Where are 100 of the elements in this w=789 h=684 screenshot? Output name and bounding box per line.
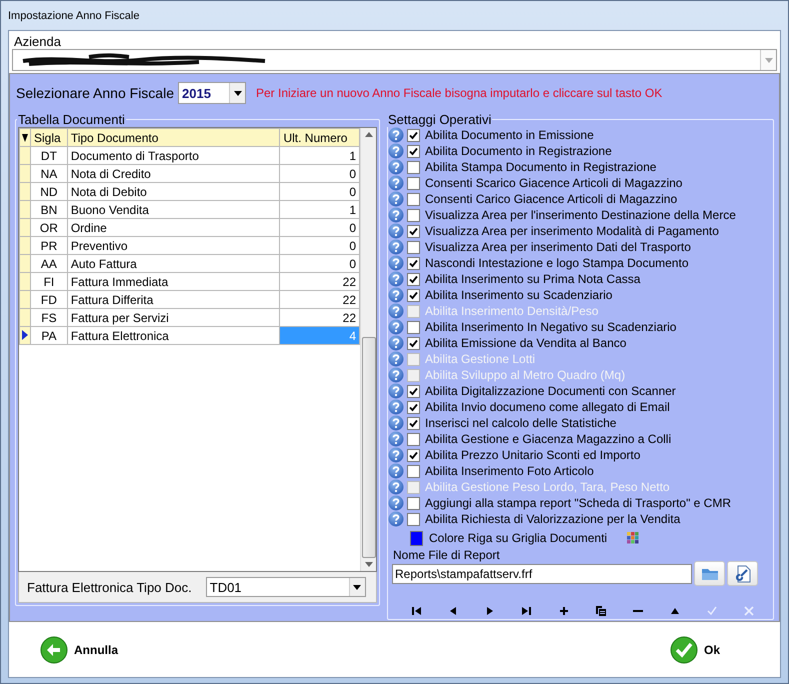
up-triangle-icon: [670, 606, 680, 616]
checkbox[interactable]: [407, 176, 420, 190]
checkbox[interactable]: [407, 496, 420, 510]
help-icon[interactable]: [388, 335, 404, 351]
help-icon[interactable]: [388, 239, 404, 255]
help-icon[interactable]: [388, 143, 404, 159]
table-cell: FS: [30, 308, 68, 326]
help-icon[interactable]: [388, 223, 404, 239]
help-icon[interactable]: [388, 447, 404, 463]
column-header[interactable]: Sigla: [30, 128, 68, 146]
checkbox[interactable]: [407, 256, 420, 270]
checkbox-label: Abilita Gestione Peso Lordo, Tara, Peso Netto: [425, 480, 670, 494]
color-label: Colore Riga su Griglia Documenti: [429, 531, 608, 545]
checkbox-label: Abilita Sviluppo al Metro Quadro (Mq): [425, 368, 626, 382]
help-icon[interactable]: [388, 319, 404, 335]
checkbox[interactable]: [407, 288, 420, 302]
cancel-button[interactable]: Annulla: [40, 636, 118, 664]
checkbox-label: Visualizza Area per l'inserimento Destinazione della Merce: [425, 208, 736, 222]
checkbox[interactable]: [407, 240, 420, 254]
help-icon[interactable]: [388, 495, 404, 511]
checkbox-label: Abilita Invio documeno come allegato di Email: [425, 400, 670, 414]
help-icon[interactable]: [388, 479, 404, 495]
checkbox-label: Nascondi Intestazione e logo Stampa Documento: [425, 256, 688, 270]
checkbox[interactable]: [407, 416, 420, 430]
first-record-icon: [411, 606, 421, 616]
group-title: Tabella Documenti: [17, 112, 126, 127]
ok-button[interactable]: Ok: [670, 636, 720, 664]
help-icon[interactable]: [388, 399, 404, 415]
color-swatch[interactable]: [410, 530, 423, 546]
checkbox-label: Abilita Richiesta di Valorizzazione per la Vendita: [425, 512, 680, 526]
checkbox[interactable]: [407, 320, 420, 334]
help-icon[interactable]: [388, 303, 404, 319]
checkbox-label: Abilita Inserimento su Prima Nota Cassa: [425, 272, 640, 286]
vertical-scrollbar[interactable]: [360, 128, 376, 571]
checkbox[interactable]: [407, 128, 420, 142]
help-icon[interactable]: [388, 367, 404, 383]
scroll-up-arrow-icon[interactable]: [364, 132, 372, 137]
report-file-field[interactable]: Reports\stampafattserv.frf: [392, 564, 692, 584]
checkbox[interactable]: [407, 160, 420, 174]
scroll-down-arrow-icon[interactable]: [364, 562, 372, 567]
checkbox-label: Abilita Prezzo Unitario Sconti ed Importo: [425, 448, 640, 462]
help-icon[interactable]: [388, 191, 404, 207]
checkbox[interactable]: [407, 400, 420, 414]
checkbox[interactable]: [407, 384, 420, 398]
table-cell: PA: [30, 326, 68, 344]
checkbox-label: Abilita Emissione da Vendita al Banco: [425, 336, 626, 350]
help-icon[interactable]: [388, 127, 404, 143]
table-cell: FD: [30, 290, 68, 308]
checkbox[interactable]: [407, 224, 420, 238]
checkbox[interactable]: [407, 336, 420, 350]
edit-report-button[interactable]: [727, 561, 758, 586]
checkbox[interactable]: [407, 448, 420, 462]
column-header[interactable]: Tipo Documento: [67, 128, 280, 146]
table-cell: NA: [30, 164, 68, 182]
help-icon[interactable]: [388, 175, 404, 191]
checkbox[interactable]: [407, 464, 420, 478]
help-icon[interactable]: [388, 255, 404, 271]
help-icon[interactable]: [388, 271, 404, 287]
help-icon[interactable]: [388, 287, 404, 303]
group-title: Settaggi Operativi: [387, 112, 492, 127]
help-icon[interactable]: [388, 511, 404, 527]
browse-button[interactable]: [694, 561, 725, 586]
help-icon[interactable]: [388, 383, 404, 399]
checkbox[interactable]: [407, 192, 420, 206]
checkbox-label: Consenti Carico Giacence Articoli di Magazzino: [425, 192, 678, 206]
checkmark-icon: [670, 636, 698, 664]
checkbox-label: Consenti Scarico Giacence Articoli di Magazzino: [425, 176, 682, 190]
fiscal-year-dropdown[interactable]: 2015: [178, 82, 246, 104]
hint-text: Per Iniziare un nuovo Anno Fiscale bisogna imputarlo e cliccare sul tasto OK: [256, 86, 662, 100]
table-cell: OR: [30, 218, 68, 236]
table-cell: 0: [280, 164, 360, 182]
help-icon[interactable]: [388, 159, 404, 175]
checkbox-label: Abilita Stampa Documento in Registrazione: [425, 160, 656, 174]
help-icon[interactable]: [388, 463, 404, 479]
last-record-icon: [522, 606, 532, 616]
checkbox[interactable]: [407, 432, 420, 446]
table-cell: AA: [30, 254, 68, 272]
palette-icon[interactable]: [627, 532, 640, 544]
checkbox[interactable]: [407, 208, 420, 222]
help-icon[interactable]: [388, 415, 404, 431]
checkbox-label: Abilita Inserimento In Negativo su Scadenziario: [425, 320, 676, 334]
help-icon[interactable]: [388, 351, 404, 367]
checkbox[interactable]: [407, 272, 420, 286]
previous-record-icon: [448, 606, 458, 616]
column-menu-icon[interactable]: [20, 128, 30, 146]
table-cell: Fattura Differita: [67, 290, 280, 308]
help-icon[interactable]: [388, 431, 404, 447]
table-cell: 4: [280, 326, 360, 344]
checkbox[interactable]: [407, 512, 420, 526]
company-dropdown[interactable]: [12, 49, 777, 71]
checkmark-icon: [707, 606, 717, 616]
help-icon[interactable]: [388, 207, 404, 223]
table-cell: 22: [280, 290, 360, 308]
checkbox[interactable]: [407, 144, 420, 158]
column-header[interactable]: Ult. Numero: [280, 128, 360, 146]
checkbox-label: Abilita Gestione e Giacenza Magazzino a Colli: [425, 432, 672, 446]
table-cell: BN: [30, 200, 68, 218]
e-invoice-type-dropdown[interactable]: TD01: [206, 577, 366, 597]
row-indicator[interactable]: [20, 326, 30, 344]
checkbox-label: Abilita Documento in Registrazione: [425, 144, 612, 158]
